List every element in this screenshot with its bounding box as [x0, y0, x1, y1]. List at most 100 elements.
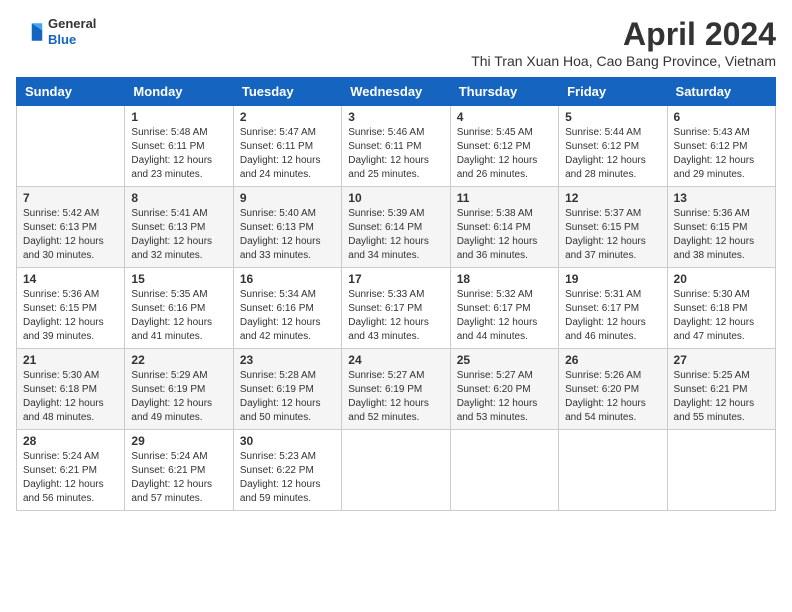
day-number: 6: [674, 110, 769, 124]
day-number: 23: [240, 353, 335, 367]
day-info: Sunrise: 5:23 AMSunset: 6:22 PMDaylight:…: [240, 450, 335, 506]
calendar-cell: [667, 430, 775, 511]
calendar-cell: 26Sunrise: 5:26 AMSunset: 6:20 PMDayligh…: [559, 349, 667, 430]
day-number: 13: [674, 191, 769, 205]
day-info: Sunrise: 5:36 AMSunset: 6:15 PMDaylight:…: [674, 207, 769, 263]
day-number: 11: [457, 191, 552, 205]
day-info: Sunrise: 5:45 AMSunset: 6:12 PMDaylight:…: [457, 126, 552, 182]
calendar-cell: 6 Sunrise: 5:43 AMSunset: 6:12 PMDaylight…: [667, 106, 775, 187]
day-number: 14: [23, 272, 118, 286]
day-info: Sunrise: 5:34 AMSunset: 6:16 PMDaylight:…: [240, 288, 335, 344]
day-info: Sunrise: 5:27 AMSunset: 6:20 PMDaylight:…: [457, 369, 552, 425]
day-number: 22: [131, 353, 226, 367]
day-info: Sunrise: 5:37 AMSunset: 6:15 PMDaylight:…: [565, 207, 660, 263]
calendar-cell: [450, 430, 558, 511]
day-number: 3: [348, 110, 443, 124]
calendar-cell: [17, 106, 125, 187]
day-info: Sunrise: 5:44 AMSunset: 6:12 PMDaylight:…: [565, 126, 660, 182]
calendar-cell: 29 Sunrise: 5:24 AMSunset: 6:21 PMDayligh…: [125, 430, 233, 511]
calendar-title: April 2024: [471, 16, 776, 53]
calendar-cell: 25 Sunrise: 5:27 AMSunset: 6:20 PMDayligh…: [450, 349, 558, 430]
day-number: 9: [240, 191, 335, 205]
day-number: 18: [457, 272, 552, 286]
day-info: Sunrise: 5:31 AMSunset: 6:17 PMDaylight:…: [565, 288, 660, 344]
day-number: 28: [23, 434, 118, 448]
day-number: 27: [674, 353, 769, 367]
calendar-cell: 2 Sunrise: 5:47 AMSunset: 6:11 PMDaylight…: [233, 106, 341, 187]
calendar-cell: 21 Sunrise: 5:30 AMSunset: 6:18 PMDayligh…: [17, 349, 125, 430]
weekday-header-sunday: Sunday: [17, 78, 125, 106]
calendar-cell: 23 Sunrise: 5:28 AMSunset: 6:19 PMDayligh…: [233, 349, 341, 430]
weekday-header-friday: Friday: [559, 78, 667, 106]
calendar-cell: 28 Sunrise: 5:24 AMSunset: 6:21 PMDayligh…: [17, 430, 125, 511]
day-info: Sunrise: 5:30 AMSunset: 6:18 PMDaylight:…: [23, 369, 118, 425]
calendar-cell: 7 Sunrise: 5:42 AMSunset: 6:13 PMDaylight…: [17, 187, 125, 268]
day-number: 30: [240, 434, 335, 448]
day-number: 16: [240, 272, 335, 286]
day-number: 2: [240, 110, 335, 124]
calendar-cell: 15 Sunrise: 5:35 AMSunset: 6:16 PMDayligh…: [125, 268, 233, 349]
calendar-cell: 12Sunrise: 5:37 AMSunset: 6:15 PMDayligh…: [559, 187, 667, 268]
day-info: Sunrise: 5:27 AMSunset: 6:19 PMDaylight:…: [348, 369, 443, 425]
day-info: Sunrise: 5:41 AMSunset: 6:13 PMDaylight:…: [131, 207, 226, 263]
calendar-cell: 1Sunrise: 5:48 AMSunset: 6:11 PMDaylight…: [125, 106, 233, 187]
day-info: Sunrise: 5:25 AMSunset: 6:21 PMDaylight:…: [674, 369, 769, 425]
day-number: 19: [565, 272, 660, 286]
day-info: Sunrise: 5:43 AMSunset: 6:12 PMDaylight:…: [674, 126, 769, 182]
calendar-cell: 11 Sunrise: 5:38 AMSunset: 6:14 PMDayligh…: [450, 187, 558, 268]
calendar-cell: 10Sunrise: 5:39 AMSunset: 6:14 PMDayligh…: [342, 187, 450, 268]
day-info: Sunrise: 5:26 AMSunset: 6:20 PMDaylight:…: [565, 369, 660, 425]
logo-text: General Blue: [48, 16, 96, 47]
logo: General Blue: [16, 16, 96, 47]
calendar-cell: 16 Sunrise: 5:34 AMSunset: 6:16 PMDayligh…: [233, 268, 341, 349]
calendar-cell: 13 Sunrise: 5:36 AMSunset: 6:15 PMDayligh…: [667, 187, 775, 268]
day-info: Sunrise: 5:38 AMSunset: 6:14 PMDaylight:…: [457, 207, 552, 263]
day-number: 17: [348, 272, 443, 286]
day-number: 24: [348, 353, 443, 367]
page-header: General Blue April 2024 Thi Tran Xuan Ho…: [16, 16, 776, 69]
calendar-cell: 17 Sunrise: 5:33 AMSunset: 6:17 PMDayligh…: [342, 268, 450, 349]
week-row-3: 14Sunrise: 5:36 AMSunset: 6:15 PMDayligh…: [17, 268, 776, 349]
calendar-cell: [559, 430, 667, 511]
day-number: 7: [23, 191, 118, 205]
calendar-body: 1Sunrise: 5:48 AMSunset: 6:11 PMDaylight…: [17, 106, 776, 511]
calendar-cell: 3 Sunrise: 5:46 AMSunset: 6:11 PMDaylight…: [342, 106, 450, 187]
day-info: Sunrise: 5:42 AMSunset: 6:13 PMDaylight:…: [23, 207, 118, 263]
calendar-cell: 14Sunrise: 5:36 AMSunset: 6:15 PMDayligh…: [17, 268, 125, 349]
day-info: Sunrise: 5:24 AMSunset: 6:21 PMDaylight:…: [131, 450, 226, 506]
week-row-5: 28 Sunrise: 5:24 AMSunset: 6:21 PMDayligh…: [17, 430, 776, 511]
day-info: Sunrise: 5:33 AMSunset: 6:17 PMDaylight:…: [348, 288, 443, 344]
day-info: Sunrise: 5:39 AMSunset: 6:14 PMDaylight:…: [348, 207, 443, 263]
weekday-header-monday: Monday: [125, 78, 233, 106]
day-info: Sunrise: 5:32 AMSunset: 6:17 PMDaylight:…: [457, 288, 552, 344]
logo-general: General: [48, 16, 96, 32]
calendar-cell: 27 Sunrise: 5:25 AMSunset: 6:21 PMDayligh…: [667, 349, 775, 430]
day-number: 4: [457, 110, 552, 124]
weekday-header-thursday: Thursday: [450, 78, 558, 106]
week-row-1: 1Sunrise: 5:48 AMSunset: 6:11 PMDaylight…: [17, 106, 776, 187]
weekday-header-wednesday: Wednesday: [342, 78, 450, 106]
day-number: 15: [131, 272, 226, 286]
calendar-cell: 5Sunrise: 5:44 AMSunset: 6:12 PMDaylight…: [559, 106, 667, 187]
week-row-4: 21 Sunrise: 5:30 AMSunset: 6:18 PMDayligh…: [17, 349, 776, 430]
weekday-header-saturday: Saturday: [667, 78, 775, 106]
day-number: 21: [23, 353, 118, 367]
day-info: Sunrise: 5:46 AMSunset: 6:11 PMDaylight:…: [348, 126, 443, 182]
title-section: April 2024 Thi Tran Xuan Hoa, Cao Bang P…: [471, 16, 776, 69]
day-info: Sunrise: 5:40 AMSunset: 6:13 PMDaylight:…: [240, 207, 335, 263]
day-info: Sunrise: 5:24 AMSunset: 6:21 PMDaylight:…: [23, 450, 118, 506]
calendar-cell: 9 Sunrise: 5:40 AMSunset: 6:13 PMDaylight…: [233, 187, 341, 268]
calendar-cell: 30 Sunrise: 5:23 AMSunset: 6:22 PMDayligh…: [233, 430, 341, 511]
calendar-cell: 8 Sunrise: 5:41 AMSunset: 6:13 PMDaylight…: [125, 187, 233, 268]
calendar-header: SundayMondayTuesdayWednesdayThursdayFrid…: [17, 78, 776, 106]
day-number: 8: [131, 191, 226, 205]
day-number: 1: [131, 110, 226, 124]
day-number: 20: [674, 272, 769, 286]
day-info: Sunrise: 5:35 AMSunset: 6:16 PMDaylight:…: [131, 288, 226, 344]
day-info: Sunrise: 5:30 AMSunset: 6:18 PMDaylight:…: [674, 288, 769, 344]
day-number: 25: [457, 353, 552, 367]
calendar-table: SundayMondayTuesdayWednesdayThursdayFrid…: [16, 77, 776, 511]
day-info: Sunrise: 5:47 AMSunset: 6:11 PMDaylight:…: [240, 126, 335, 182]
day-info: Sunrise: 5:28 AMSunset: 6:19 PMDaylight:…: [240, 369, 335, 425]
day-number: 29: [131, 434, 226, 448]
